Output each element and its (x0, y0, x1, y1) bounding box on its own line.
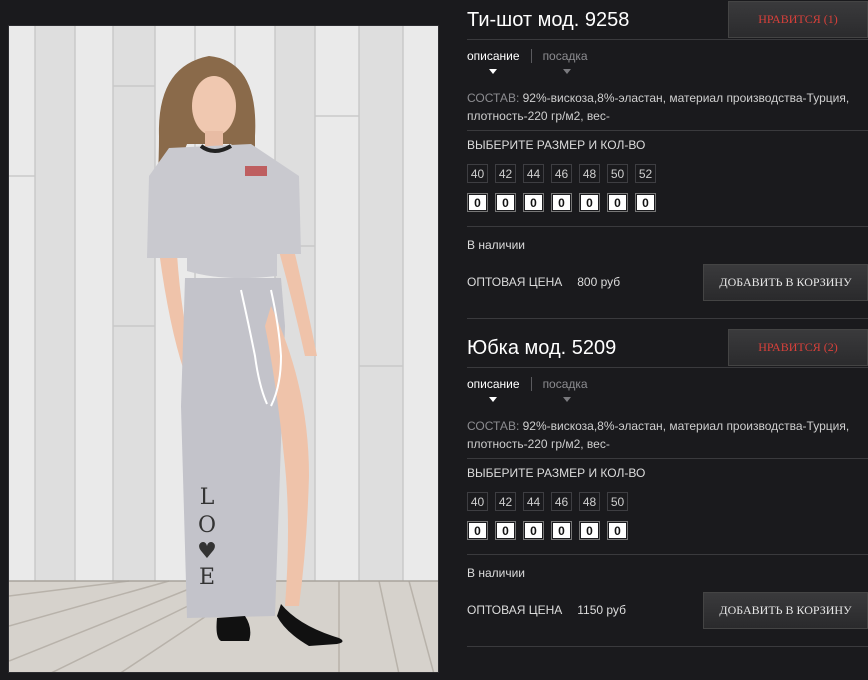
price-row: ОПТОВАЯ ЦЕНА 1150 руб (467, 603, 626, 617)
tab-label: описание (467, 49, 520, 63)
quantity-input[interactable] (607, 193, 628, 212)
quantity-input[interactable] (551, 521, 572, 540)
quantity-list (467, 193, 664, 212)
like-button[interactable]: НРАВИТСЯ (2) (728, 329, 868, 366)
skirt-print: L O ♥ E (197, 485, 217, 590)
divider (467, 367, 868, 368)
divider (467, 458, 868, 459)
product-card-2: Юбка мод. 5209 НРАВИТСЯ (2) описание пос… (467, 329, 868, 659)
size-option[interactable]: 44 (523, 164, 544, 183)
size-option[interactable]: 48 (579, 492, 600, 511)
price-value: 800 руб (577, 275, 621, 289)
size-option[interactable]: 42 (495, 164, 516, 183)
description: СОСТАВ: 92%-вискоза,8%-эластан, материал… (467, 417, 867, 453)
quantity-input[interactable] (635, 193, 656, 212)
svg-text:♥: ♥ (197, 539, 217, 564)
caret-down-icon (489, 397, 497, 402)
divider (467, 554, 868, 555)
size-option[interactable]: 50 (607, 492, 628, 511)
quantity-input[interactable] (579, 521, 600, 540)
stock-status: В наличии (467, 566, 526, 580)
quantity-input[interactable] (467, 521, 488, 540)
quantity-input[interactable] (579, 193, 600, 212)
size-option[interactable]: 40 (467, 164, 488, 183)
size-option[interactable]: 46 (551, 492, 572, 511)
product-card-1: Ти-шот мод. 9258 НРАВИТСЯ (1) описание п… (467, 1, 868, 321)
divider (467, 226, 868, 227)
size-option[interactable]: 44 (523, 492, 544, 511)
size-list: 40 42 44 46 48 50 (467, 492, 635, 511)
add-to-cart-button[interactable]: ДОБАВИТЬ В КОРЗИНУ (703, 592, 868, 629)
size-heading: ВЫБЕРИТЕ РАЗМЕР И КОЛ-ВО (467, 138, 646, 152)
quantity-input[interactable] (495, 193, 516, 212)
quantity-input[interactable] (551, 193, 572, 212)
tabs: описание посадка (467, 377, 599, 402)
svg-text:L: L (200, 485, 215, 510)
price-row: ОПТОВАЯ ЦЕНА 800 руб (467, 275, 620, 289)
composition-label: СОСТАВ: (467, 91, 520, 105)
size-option[interactable]: 50 (607, 164, 628, 183)
description: СОСТАВ: 92%-вискоза,8%-эластан, материал… (467, 89, 867, 125)
size-option[interactable]: 52 (635, 164, 656, 183)
quantity-input[interactable] (523, 521, 544, 540)
divider (467, 39, 868, 40)
tab-fit[interactable]: посадка (530, 377, 599, 402)
tab-label: посадка (542, 377, 588, 391)
caret-down-icon (562, 397, 571, 402)
tab-label: описание (467, 377, 520, 391)
size-option[interactable]: 46 (551, 164, 572, 183)
price-value: 1150 руб (577, 603, 626, 617)
composition-label: СОСТАВ: (467, 419, 520, 433)
product-title: Ти-шот мод. 9258 (467, 9, 630, 31)
svg-text:O: O (198, 513, 216, 538)
size-list: 40 42 44 46 48 50 52 (467, 164, 663, 183)
tabs: описание посадка (467, 49, 599, 74)
price-label: ОПТОВАЯ ЦЕНА (467, 603, 563, 617)
divider (467, 130, 868, 131)
composition-value: 92%-вискоза,8%-эластан, материал произво… (467, 419, 850, 451)
tab-fit[interactable]: посадка (530, 49, 599, 74)
quantity-list (467, 521, 636, 540)
svg-text:E: E (199, 565, 215, 590)
divider (467, 318, 868, 319)
quantity-input[interactable] (607, 521, 628, 540)
tab-description[interactable]: описание (467, 377, 531, 402)
size-option[interactable]: 40 (467, 492, 488, 511)
divider (467, 646, 868, 647)
add-to-cart-button[interactable]: ДОБАВИТЬ В КОРЗИНУ (703, 264, 868, 301)
tab-label: посадка (542, 49, 588, 63)
product-photo[interactable]: L O ♥ E (8, 25, 439, 673)
model-image: L O ♥ E (9, 26, 438, 672)
price-label: ОПТОВАЯ ЦЕНА (467, 275, 563, 289)
quantity-input[interactable] (495, 521, 516, 540)
caret-down-icon (489, 69, 497, 74)
quantity-input[interactable] (523, 193, 544, 212)
size-option[interactable]: 48 (579, 164, 600, 183)
caret-down-icon (562, 69, 571, 74)
tab-description[interactable]: описание (467, 49, 531, 74)
quantity-input[interactable] (467, 193, 488, 212)
size-option[interactable]: 42 (495, 492, 516, 511)
stock-status: В наличии (467, 238, 526, 252)
product-title: Юбка мод. 5209 (467, 337, 617, 359)
composition-value: 92%-вискоза,8%-эластан, материал произво… (467, 91, 850, 123)
like-button[interactable]: НРАВИТСЯ (1) (728, 1, 868, 38)
size-heading: ВЫБЕРИТЕ РАЗМЕР И КОЛ-ВО (467, 466, 646, 480)
